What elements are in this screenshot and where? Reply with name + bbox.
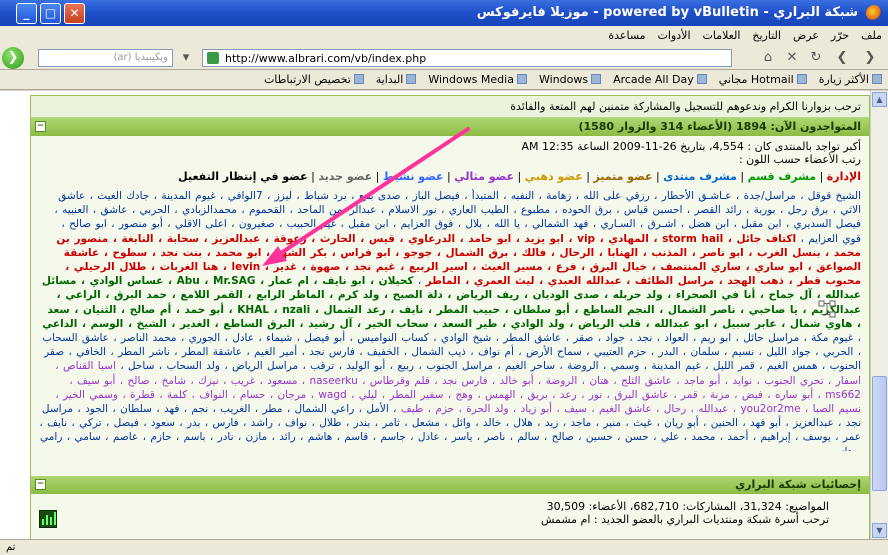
menu-history[interactable]: التاريخ xyxy=(746,26,787,45)
forum-panel: ترحب بزوارنا الكرام وندعوهم للتسجيل والم… xyxy=(30,95,870,539)
forward-icon[interactable]: ❮ xyxy=(832,48,852,68)
bookmark-icon xyxy=(696,74,707,84)
url-bar[interactable]: http://www.albrari.com/vb/index.php xyxy=(202,49,732,67)
group-forum-mod[interactable]: مشرف منتدى xyxy=(663,170,737,183)
navigation-toolbar: ❯ ويكيبيديا (ar) ▾ http://www.albrari.co… xyxy=(0,46,888,70)
group-new[interactable]: عضو جديد xyxy=(318,170,372,183)
window-titlebar: ✕ □ _ شبكة البراري - powered by vBulleti… xyxy=(0,0,888,26)
menu-edit[interactable]: حرّر xyxy=(825,26,855,45)
record-text: أكبر تواجد بالمنتدى كان : 4,554، بتاريخ … xyxy=(521,140,861,153)
scroll-down-icon[interactable]: ▼ xyxy=(872,523,887,538)
url-text: http://www.albrari.com/vb/index.php xyxy=(225,52,427,65)
scroll-thumb[interactable] xyxy=(872,376,887,491)
bookmark-icon xyxy=(516,74,527,84)
go-button[interactable]: ❯ xyxy=(2,47,24,69)
bookmark-start[interactable]: البداية xyxy=(370,70,423,89)
bookmark-icon xyxy=(353,74,364,84)
status-text: تم xyxy=(6,542,16,553)
bookmark-windows[interactable]: Windows xyxy=(533,70,607,89)
menu-tools[interactable]: الأدوات xyxy=(652,26,697,45)
menu-file[interactable]: ملف xyxy=(855,26,888,45)
online-users-box: أكبر تواجد بالمنتدى كان : 4,554، بتاريخ … xyxy=(31,136,869,476)
home-icon[interactable]: ⌂ xyxy=(758,48,778,68)
firefox-icon xyxy=(866,5,882,21)
group-gold[interactable]: عضو ذهبي xyxy=(525,170,583,183)
bookmark-icon xyxy=(591,74,602,84)
collapse-icon[interactable]: − xyxy=(35,479,46,490)
reload-icon[interactable]: ↻ xyxy=(806,48,826,68)
group-section-mod[interactable]: مشرف قسم xyxy=(748,170,816,183)
close-window-button[interactable]: ✕ xyxy=(64,3,85,24)
window-title: شبكة البراري - powered by vBulletin - مو… xyxy=(476,5,858,20)
bookmark-icon xyxy=(796,74,807,84)
maximize-window-button[interactable]: □ xyxy=(40,3,61,24)
online-header[interactable]: المتواجدون الآن: 1894 (الأعضاء 314 والزو… xyxy=(31,118,869,136)
site-favicon xyxy=(207,52,219,64)
welcome-message: ترحب بزوارنا الكرام وندعوهم للتسجيل والم… xyxy=(31,96,869,118)
scroll-up-icon[interactable]: ▲ xyxy=(872,92,887,107)
menu-bar: ملف حرّر عرض التاريخ العلامات الأدوات مس… xyxy=(0,26,888,46)
bookmark-customize-links[interactable]: تخصيص الارتباطات xyxy=(258,70,370,89)
bookmark-arcade[interactable]: Arcade All Day xyxy=(607,70,713,89)
stats-newest-member: ترحب أسرة شبكة ومنتديات البراري بالعضو ا… xyxy=(540,513,829,526)
online-header-text: المتواجدون الآن: 1894 (الأعضاء 314 والزو… xyxy=(578,120,861,133)
group-awaiting[interactable]: عضو في إنتظار التفعيل xyxy=(178,170,307,183)
stats-counts: المواضيع: 31,324، المشاركات: 682,710، ال… xyxy=(546,500,829,513)
usergroups-legend: الإدارة | مشرف قسم | مشرف منتدى | عضو مت… xyxy=(178,170,861,183)
bookmark-icon xyxy=(872,74,882,84)
stop-icon[interactable]: ✕ xyxy=(782,48,802,68)
back-icon[interactable]: ❯ xyxy=(860,48,880,68)
group-active[interactable]: عضو نشيط xyxy=(383,170,444,183)
minimize-window-button[interactable]: _ xyxy=(16,3,37,24)
group-ideal[interactable]: عضو مثالي xyxy=(454,170,514,183)
menu-bookmarks[interactable]: العلامات xyxy=(697,26,747,45)
members-block-4[interactable]: غيوم مكة ، مراسل حائل ، ابو ريم ، العواد… xyxy=(42,332,861,372)
vertical-scrollbar[interactable]: ▲ ▼ xyxy=(870,91,888,539)
bookmark-windows-media[interactable]: Windows Media xyxy=(422,70,533,89)
collapse-icon[interactable]: − xyxy=(35,121,46,132)
bookmark-icon xyxy=(406,74,417,84)
search-engine-icon[interactable]: ▾ xyxy=(176,48,196,68)
group-admin[interactable]: الإدارة xyxy=(827,170,861,183)
search-input[interactable]: ويكيبيديا (ar) xyxy=(38,49,173,67)
group-distinguished[interactable]: عضو متميز xyxy=(593,170,652,183)
sitemap-icon[interactable] xyxy=(818,300,836,318)
stats-header-text: إحصائيات شبكة البراري xyxy=(735,478,861,491)
status-bar: تم xyxy=(0,539,888,555)
menu-help[interactable]: مساعدة xyxy=(602,26,651,45)
stats-header[interactable]: إحصائيات شبكة البراري − xyxy=(31,476,869,494)
menu-view[interactable]: عرض xyxy=(787,26,825,45)
bookmark-most-visited[interactable]: الأكثر زيارة xyxy=(813,70,888,89)
bookmark-hotmail[interactable]: Hotmail مجاني xyxy=(713,70,813,89)
stats-chart-icon xyxy=(39,510,57,528)
online-members-list[interactable]: الشيخ قوقل ، مراسل/جدة ، عـاشـق الأحطار … xyxy=(39,189,861,451)
stats-box: المواضيع: 31,324، المشاركات: 682,710، ال… xyxy=(31,494,869,539)
page-content: ترحب بزوارنا الكرام وندعوهم للتسجيل والم… xyxy=(0,91,870,539)
member-colors-label: رتب الأعضاء حسب اللون : xyxy=(738,153,861,166)
bookmarks-toolbar: الأكثر زيارة Hotmail مجاني Arcade All Da… xyxy=(0,70,888,90)
